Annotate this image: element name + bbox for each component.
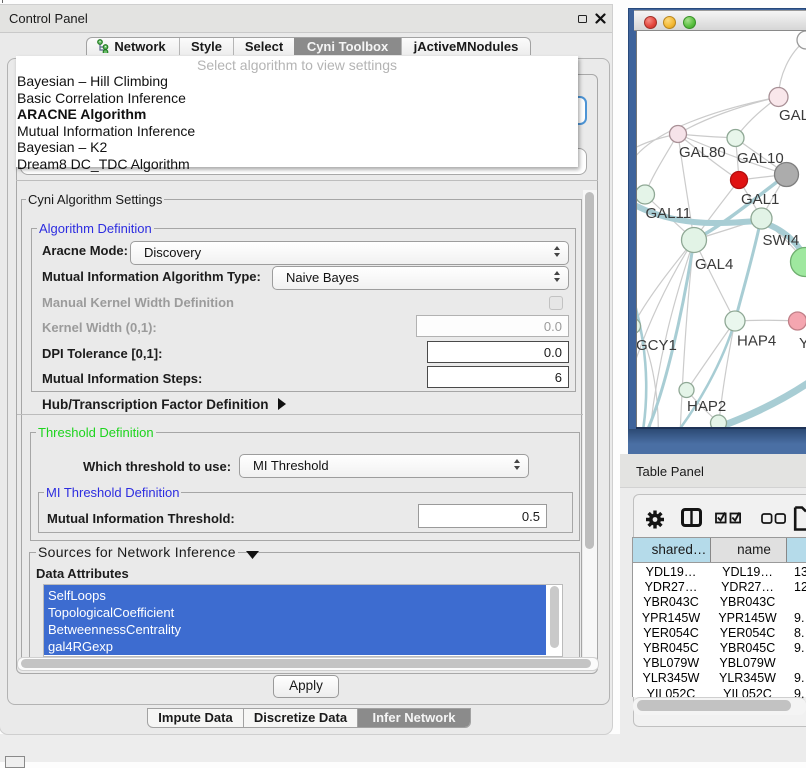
svg-text:GAL: GAL xyxy=(779,107,806,124)
svg-text:HAP2: HAP2 xyxy=(687,398,726,415)
svg-text:Y: Y xyxy=(799,335,806,352)
svg-text:GAL4: GAL4 xyxy=(695,256,733,273)
svg-text:HAP4: HAP4 xyxy=(737,333,776,350)
svg-text:GAL1: GAL1 xyxy=(741,191,779,208)
svg-text:GAL10: GAL10 xyxy=(737,150,784,167)
svg-text:GCY1: GCY1 xyxy=(637,337,677,354)
svg-text:GAL80: GAL80 xyxy=(679,144,726,161)
svg-text:GAL11: GAL11 xyxy=(646,205,692,222)
svg-text:SWI4: SWI4 xyxy=(763,232,800,249)
